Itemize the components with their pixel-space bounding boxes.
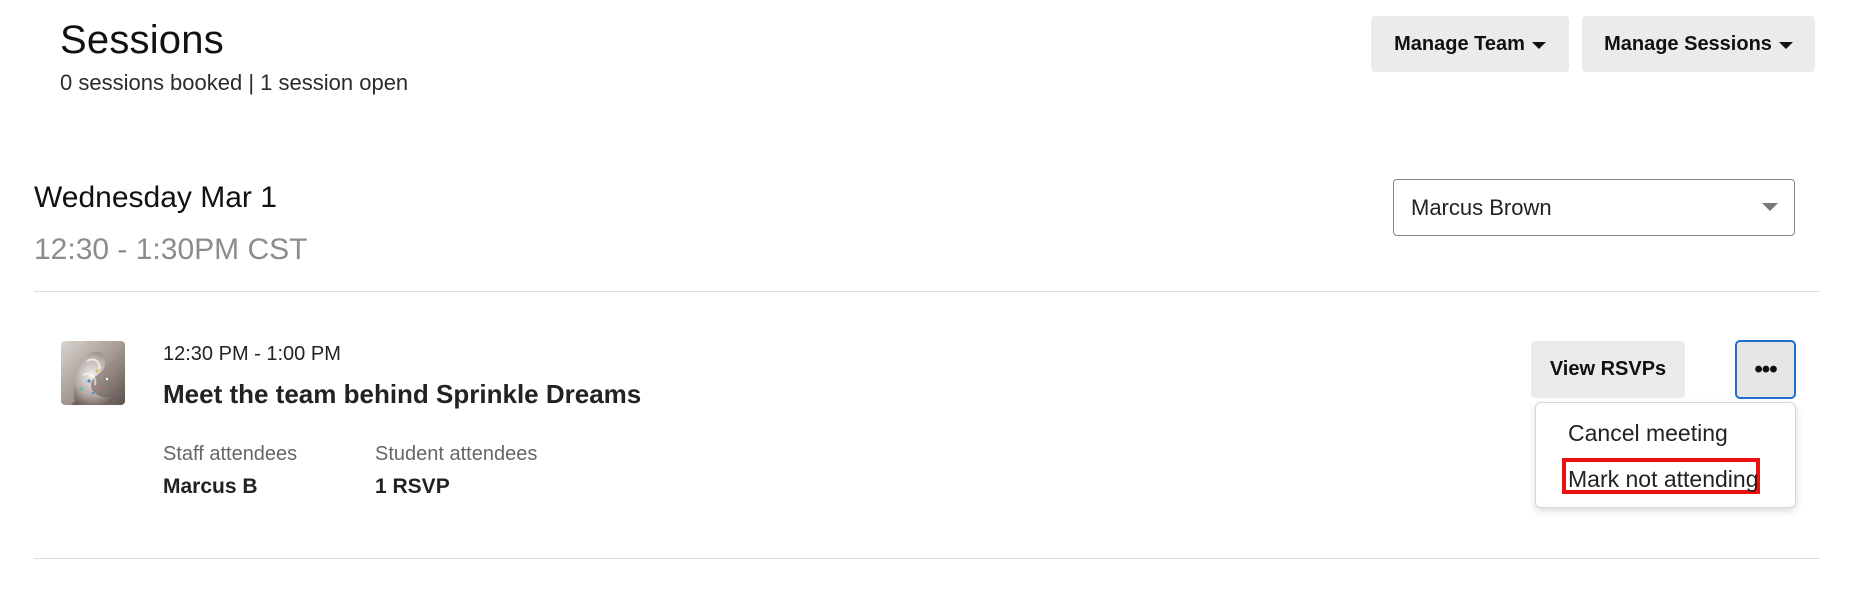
slot-time: 12:30 PM - 1:00 PM — [163, 343, 341, 365]
view-rsvps-button[interactable]: View RSVPs — [1531, 341, 1685, 398]
sprinkle-donut-image — [61, 341, 125, 405]
more-dots-icon: ••• — [1754, 355, 1777, 383]
manage-sessions-label: Manage Sessions — [1604, 32, 1772, 55]
team-member-select[interactable]: Marcus Brown — [1393, 179, 1795, 236]
session-date: Wednesday Mar 1 — [34, 181, 277, 214]
page-title: Sessions — [60, 18, 224, 62]
team-member-select-value: Marcus Brown — [1411, 194, 1552, 220]
manage-sessions-button[interactable]: Manage Sessions — [1582, 16, 1815, 72]
thumbnail-icon — [61, 341, 125, 405]
chevron-down-icon — [1762, 203, 1778, 211]
menu-item-mark-not-attending[interactable]: Mark not attending — [1562, 458, 1760, 494]
meeting-title[interactable]: Meet the team behind Sprinkle Dreams — [163, 376, 641, 412]
section-divider — [34, 291, 1820, 292]
more-options-button[interactable]: ••• — [1735, 340, 1796, 399]
section-divider — [34, 558, 1820, 559]
staff-attendees-label: Staff attendees — [163, 443, 298, 465]
staff-attendees-value: Marcus B — [163, 475, 258, 498]
manage-team-button[interactable]: Manage Team — [1371, 16, 1569, 72]
caret-down-icon — [1531, 41, 1546, 49]
menu-item-cancel-meeting[interactable]: Cancel meeting — [1568, 417, 1728, 449]
view-rsvps-label: View RSVPs — [1549, 358, 1667, 380]
student-attendees-label: Student attendees — [375, 443, 538, 465]
caret-down-icon — [1778, 41, 1793, 49]
session-time-range: 12:30 - 1:30PM CST — [34, 233, 308, 266]
student-attendees-value: 1 RSVP — [375, 475, 450, 498]
sessions-summary: 0 sessions booked | 1 session open — [60, 70, 409, 95]
options-menu: Cancel meeting Mark not attending — [1535, 402, 1796, 508]
manage-team-label: Manage Team — [1394, 32, 1525, 55]
